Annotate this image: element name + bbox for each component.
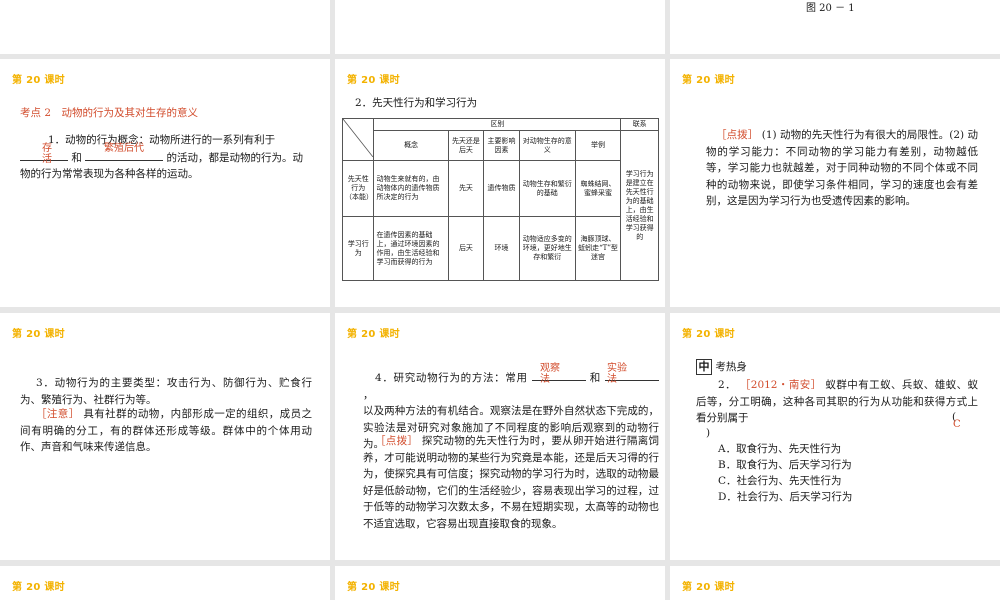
option-b: B．取食行为、后天学习行为	[718, 459, 852, 471]
answer-2: 实验法	[607, 363, 627, 385]
zhong-icon: 中	[696, 359, 712, 375]
question-source: ［2012・南安］	[739, 379, 822, 391]
col-header: 主要影响因素	[483, 130, 520, 161]
question-text: 蚁群中有工蚁、兵蚁、雄蚁、蚁后等，分工明确，这种各司其职的行为从功能和获得方式上…	[696, 379, 979, 424]
paragraph: ［点拨］ 探究动物的先天性行为时，要从卵开始进行隔离饲养，才可能说明动物的某些行…	[363, 433, 659, 532]
table-cell: 动物生来就有的，由动物体内的遗传物质所决定的行为	[373, 160, 449, 217]
slide-1	[0, 0, 330, 54]
dianbo-text: 探究动物的先天性行为时，要从卵开始进行隔离饲养，才可能说明动物的某些行为究竟是本…	[363, 435, 660, 530]
slide-10: 第 20 课时	[0, 566, 330, 600]
diagonal-line	[342, 118, 374, 158]
section-heading: 2．先天性行为和学习行为	[355, 97, 478, 109]
lianxi-cell: 学习行为是建立在先天性行为的基础上，由生活经验和学习获得的	[620, 130, 659, 281]
slide-title: 第 20 课时	[12, 582, 65, 593]
comparison-table: 区别 联系 概念 先天还是后天 主要影响因素 对动物生存的意义 举例 学习行为是…	[341, 118, 659, 281]
question: 2． ［2012・南安］ 蚁群中有工蚁、兵蚁、雄蚁、蚁后等，分工明确，这种各司其…	[696, 377, 978, 427]
col-header: 对动物生存的意义	[518, 130, 576, 161]
slide-5: 第 20 课时 2．先天性行为和学习行为 区别 联系 概念 先天还是后天 主要影…	[335, 59, 665, 307]
answer: C	[953, 419, 961, 430]
slide-8: 第 20 课时 4．研究动物行为的方法：常用 和 ， 以及两种方法的有机结合。观…	[335, 313, 665, 560]
figure-caption: 图 20 － 1	[806, 3, 855, 14]
slide-12: 第 20 课时	[670, 566, 1000, 600]
slide-title: 第 20 课时	[12, 75, 65, 86]
slide-2	[335, 0, 665, 54]
text-line: 物的行为常常表现为各种各样的运动。	[20, 168, 199, 180]
answer-2: 繁殖后代	[104, 143, 144, 154]
option-d: D．社会行为、后天学习行为	[718, 491, 853, 503]
row-header: 学习行为	[341, 216, 375, 281]
table-cell: 后天	[447, 216, 485, 281]
table-cell: 环境	[483, 216, 520, 281]
table-cell: 海豚顶球、蚯蚓走“T”型迷宫	[574, 216, 622, 281]
slide-7: 第 20 课时 3．动物行为的主要类型：攻击行为、防御行为、贮食行为、繁殖行为、…	[0, 313, 330, 560]
paren-close: )	[706, 427, 711, 439]
answer-1: 存活	[42, 143, 52, 165]
option-c: C．社会行为、先天性行为	[718, 475, 842, 487]
table-cell: 动物适应多变的环境，更好地生存和繁衍	[518, 216, 576, 281]
paragraph: ［注意］ 具有社群的动物，内部形成一定的组织，成员之间有明确的分工，有的群体还形…	[20, 406, 312, 456]
slide-9: 第 20 课时 中 考热身 2． ［2012・南安］ 蚁群中有工蚁、兵蚁、雄蚁、…	[670, 313, 1000, 560]
table-cell: 先天	[447, 160, 485, 217]
slide-title: 第 20 课时	[682, 582, 735, 593]
col-header: 概念	[373, 130, 449, 161]
col-header: 举例	[574, 130, 622, 161]
kaodian-heading: 考点 2 动物的行为及其对生存的意义	[20, 107, 199, 119]
section-heading: 中 考热身	[696, 359, 747, 376]
header-lianxi: 联系	[620, 118, 659, 131]
slide-6: 第 20 课时 ［点拨］ (1) 动物的先天性行为有很大的局限性。(2) 动物的…	[670, 59, 1000, 307]
types-text: 3．动物行为的主要类型：攻击行为、防御行为、贮食行为、繁殖行为、社群行为等。	[20, 377, 312, 406]
dianbo-label: ［点拨］	[375, 435, 419, 447]
method-text: 4．研究动物行为的方法：常用	[375, 372, 528, 384]
slide-title: 第 20 课时	[347, 329, 400, 340]
question-number: 2．	[718, 379, 737, 391]
slide-title: 第 20 课时	[347, 75, 400, 86]
answer-1: 观察法	[540, 363, 560, 385]
method-text: 和	[589, 372, 601, 384]
table-cell: 遗传物质	[483, 160, 520, 217]
slide-4: 第 20 课时 考点 2 动物的行为及其对生存的意义 1．动物的行为概念：动物所…	[0, 59, 330, 307]
slide-11: 第 20 课时	[335, 566, 665, 600]
text-line: 和	[71, 151, 82, 164]
table-corner	[341, 118, 375, 161]
slide-title: 第 20 课时	[12, 329, 65, 340]
dianbo-label: ［点拨］	[716, 129, 759, 141]
slide-title: 第 20 课时	[682, 329, 735, 340]
kaoreshen-label: 考热身	[715, 361, 747, 373]
method-text: ，	[363, 388, 374, 401]
row-header: 先天性行为（本能）	[341, 160, 375, 217]
paragraph: ［点拨］ (1) 动物的先天性行为有很大的局限性。(2) 动物的学习能力：不同动…	[706, 127, 978, 210]
text-line: 的活动，都是动物的行为。动	[166, 151, 304, 164]
paragraph: 1．动物的行为概念：动物所进行的一系列有利于 和 的活动，都是动物的行为。动 物…	[20, 132, 310, 183]
table-cell: 动物生存和繁衍的基础	[518, 160, 576, 217]
col-header: 先天还是后天	[447, 130, 485, 161]
zhuyi-label: ［注意］	[36, 408, 80, 420]
text-line: 1．动物的行为概念：动物所进行的一系列有利于	[48, 134, 276, 146]
slide-3: 图 20 － 1	[670, 0, 1000, 54]
slide-title: 第 20 课时	[347, 582, 400, 593]
table-cell: 在遗传因素的基础上，通过环境因素的作用，由生活经验和学习而获得的行为	[373, 216, 449, 281]
paragraph: 3．动物行为的主要类型：攻击行为、防御行为、贮食行为、繁殖行为、社群行为等。	[20, 375, 312, 408]
header-qubie: 区别	[373, 118, 622, 131]
option-a: A．取食行为、先天性行为	[718, 443, 842, 455]
table-cell: 蜘蛛结网、蜜蜂采蜜	[574, 160, 622, 217]
slide-title: 第 20 课时	[682, 75, 735, 86]
